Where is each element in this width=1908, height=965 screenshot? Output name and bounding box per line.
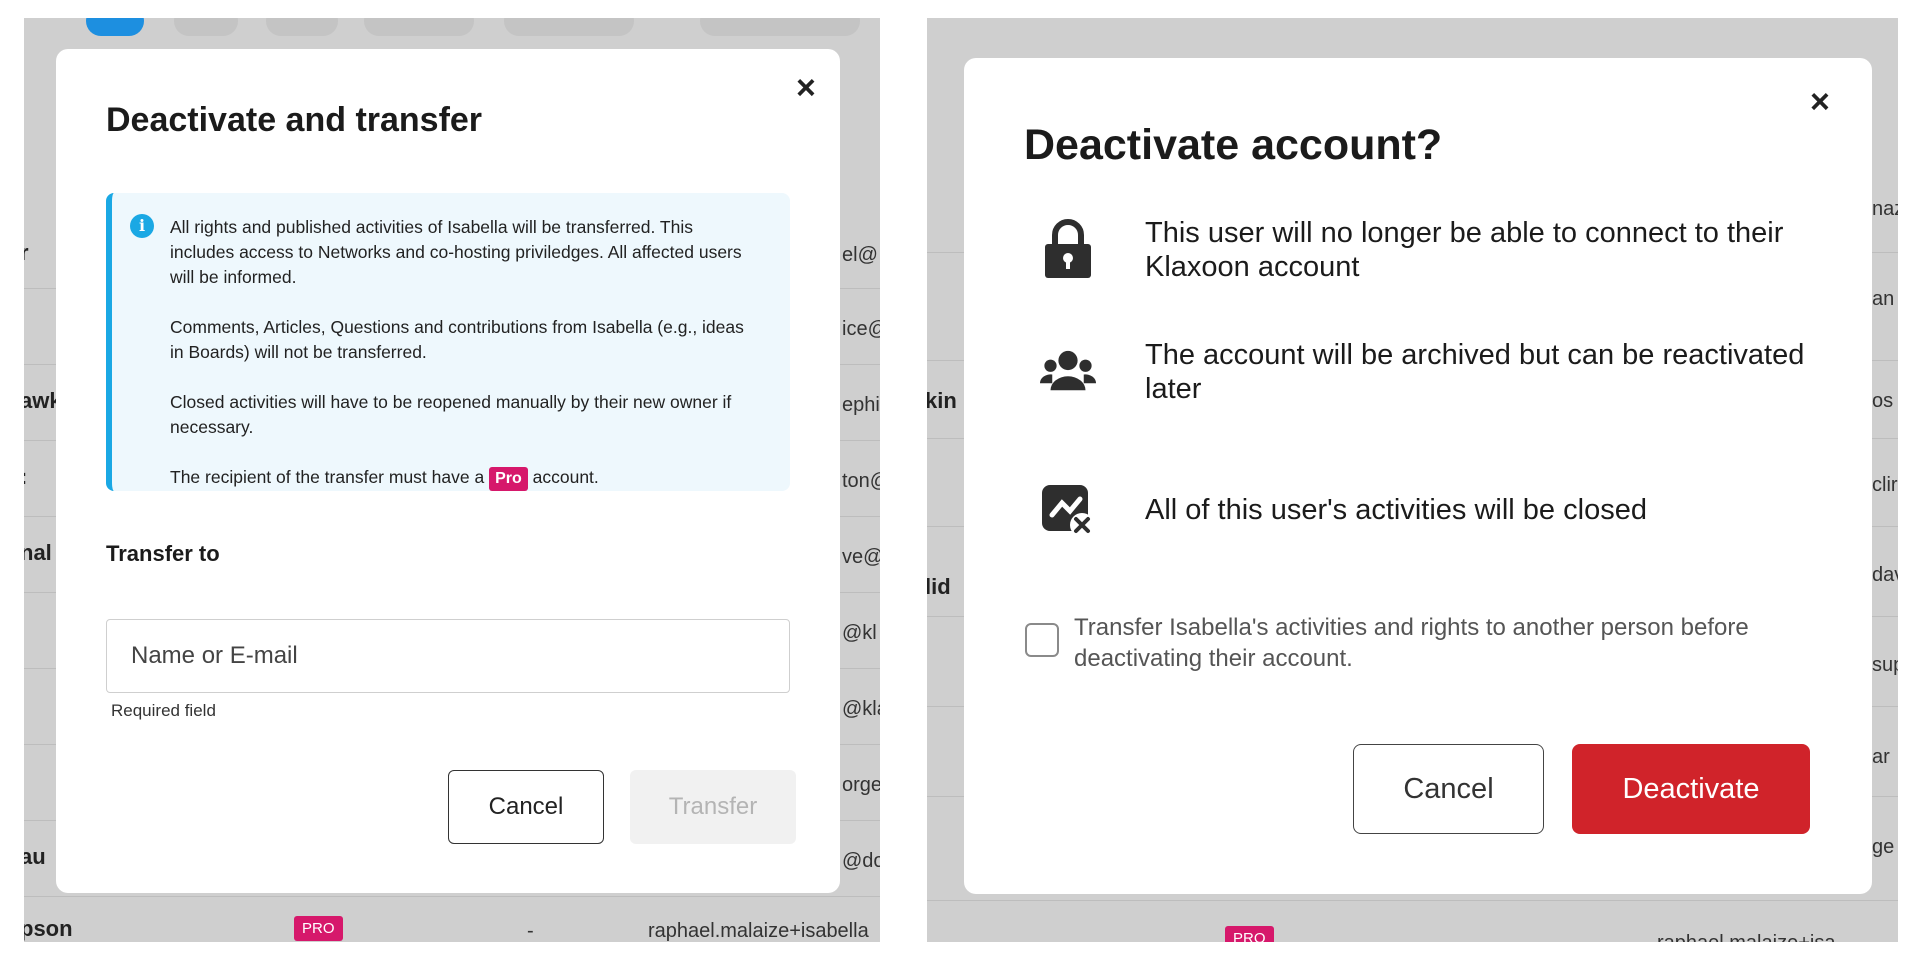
info-paragraph: Closed activities will have to be reopen… — [170, 392, 732, 437]
deactivate-transfer-dialog: × Deactivate and transfer i All rights a… — [56, 49, 840, 893]
info-paragraph: All rights and published activities of I… — [170, 217, 742, 287]
deactivate-button[interactable]: Deactivate — [1572, 744, 1810, 834]
transfer-button[interactable]: Transfer — [630, 770, 796, 844]
tab-pill-active[interactable] — [86, 18, 144, 36]
tab-pill[interactable] — [364, 18, 474, 36]
table-cell-name: : — [24, 464, 27, 490]
pro-tag: Pro — [489, 467, 528, 491]
deactivate-account-dialog: × Deactivate account? This user will no … — [964, 58, 1872, 894]
table-cell-name: r — [24, 240, 29, 265]
right-screenshot-panel: kin lid naz an os clir dav sup ar ge rap… — [927, 18, 1898, 942]
tab-pill[interactable] — [174, 18, 238, 36]
table-cell-email: ephi — [842, 394, 880, 416]
table-cell-name: lid — [927, 574, 951, 599]
table-cell-email: @kl — [842, 622, 877, 644]
table-cell-email: @do — [842, 850, 880, 872]
dialog-title: Deactivate and transfer — [106, 101, 483, 139]
table-cell-email: clir — [1872, 474, 1898, 496]
table-cell-email: ar — [1872, 746, 1890, 768]
table-cell-email: raphael.malaize+isabella — [648, 920, 869, 942]
table-cell-email: ge — [1872, 836, 1895, 858]
feature-row-no-login: This user will no longer be able to conn… — [1040, 216, 1783, 283]
table-cell-email: dav — [1872, 564, 1898, 586]
info-icon: i — [130, 214, 154, 238]
close-icon[interactable]: × — [796, 71, 816, 105]
table-cell-name: au — [24, 844, 46, 869]
dialog-title: Deactivate account? — [1024, 121, 1443, 169]
info-paragraph: The recipient of the transfer must have … — [170, 465, 760, 491]
feature-text: The account will be archived but can be … — [1145, 339, 1805, 405]
table-cell-email: naz — [1872, 198, 1898, 220]
table-cell-email: raphael.malaize+isa — [1657, 932, 1835, 942]
table-cell-name: pson — [24, 916, 73, 941]
table-cell-email: ve@ — [842, 546, 880, 568]
table-cell-name: kin — [927, 388, 957, 413]
feature-row-closed: All of this user's activities will be cl… — [1040, 478, 1647, 544]
cancel-button[interactable]: Cancel — [448, 770, 604, 844]
transfer-to-label: Transfer to — [106, 541, 220, 566]
tab-pill[interactable] — [700, 18, 860, 36]
transfer-checkbox-label[interactable]: Transfer Isabella's activities and right… — [1074, 612, 1794, 674]
pro-badge: PRO — [294, 916, 343, 941]
close-icon[interactable]: × — [1810, 85, 1830, 119]
table-cell-name: nal — [24, 540, 52, 565]
transfer-checkbox[interactable] — [1025, 623, 1059, 657]
table-cell-email: ice@ — [842, 318, 880, 340]
feature-row-archived: The account will be archived but can be … — [1040, 338, 1804, 405]
table-cell-email: os — [1872, 390, 1894, 412]
table-cell-email: sup — [1872, 654, 1898, 676]
table-divider — [24, 896, 880, 897]
tab-pill[interactable] — [266, 18, 338, 36]
activity-closed-icon — [1040, 478, 1096, 544]
table-divider — [927, 900, 1898, 901]
tab-pill[interactable] — [504, 18, 634, 36]
info-text: account. — [532, 467, 599, 487]
info-callout: i All rights and published activities of… — [106, 193, 790, 491]
table-cell-email: el@ — [842, 244, 878, 266]
table-cell-dash: - — [527, 920, 534, 942]
info-paragraph: Comments, Articles, Questions and contri… — [170, 317, 744, 362]
feature-text: This user will no longer be able to conn… — [1145, 217, 1784, 283]
info-text: The recipient of the transfer must have … — [170, 467, 485, 487]
lock-icon — [1040, 216, 1096, 282]
cancel-button[interactable]: Cancel — [1353, 744, 1544, 834]
table-cell-email: @kla — [842, 698, 880, 720]
feature-text: All of this user's activities will be cl… — [1145, 494, 1647, 526]
table-cell-email: ton@ — [842, 470, 880, 492]
required-field-hint: Required field — [111, 701, 216, 720]
pro-badge: PRO — [1225, 926, 1274, 942]
users-icon — [1040, 338, 1096, 404]
table-cell-email: orge — [842, 774, 880, 796]
left-screenshot-panel: r awk : nal au pson el@ ice@ ephi ton@ v… — [24, 18, 880, 942]
table-cell-email: an — [1872, 288, 1895, 310]
recipient-search-input[interactable] — [106, 619, 790, 693]
